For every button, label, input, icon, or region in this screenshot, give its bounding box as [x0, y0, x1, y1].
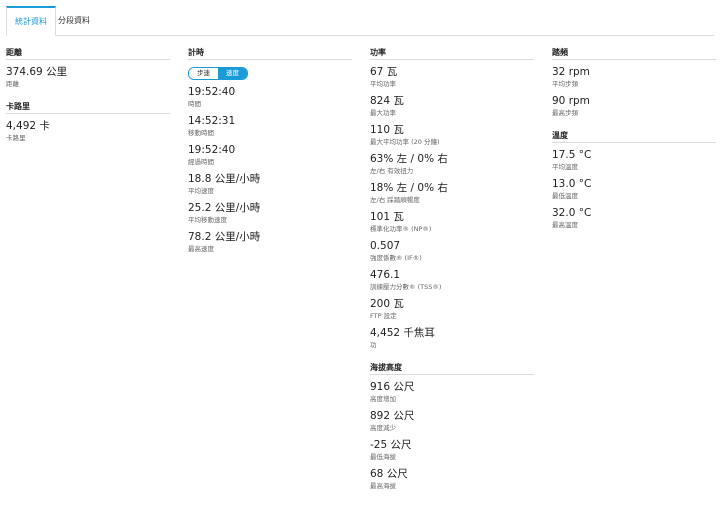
stat-label: 最大平均功率 (20 分鐘)	[370, 138, 440, 146]
stat-label: 最低海拔	[370, 453, 396, 461]
stat-value: 63% 左 / 0% 右	[370, 153, 448, 165]
stat-value: 67 瓦	[370, 66, 398, 78]
stat-value: 32 rpm	[552, 66, 590, 78]
stat-label: 最高溫度	[552, 221, 578, 229]
section-title-power: 功率	[370, 47, 534, 60]
timing-stats: 19:52:40 時間 14:52:31 移動時間 19:52:40 經過時間 …	[188, 86, 352, 254]
stat-label: 經過時間	[188, 158, 214, 166]
section-title-timing: 計時	[188, 47, 352, 60]
section-title-temperature: 溫度	[552, 130, 716, 143]
toggle-pace-button[interactable]: 步速	[189, 68, 218, 79]
stat-moving-time: 14:52:31 移動時間	[188, 115, 352, 138]
stat-label: 平均移動速度	[188, 216, 227, 224]
stat-value: 110 瓦	[370, 124, 404, 136]
stat-time: 19:52:40 時間	[188, 86, 352, 109]
stat-min-temperature: 13.0 °C 最低溫度	[552, 178, 716, 201]
stat-value: 476.1	[370, 269, 401, 281]
stat-pedal-smoothness: 18% 左 / 0% 右 左/右 踩踏順暢度	[370, 182, 534, 205]
stat-intensity-factor: 0.507 強度係數® (IF®)	[370, 240, 534, 263]
stat-value: 32.0 °C	[552, 207, 592, 219]
stat-value: 14:52:31	[188, 115, 236, 127]
column-distance-calories: 距離 374.69 公里 距離 卡路里 4,492 卡 卡路里	[6, 47, 170, 143]
stat-label: 標準化功率® (NP®)	[370, 225, 432, 233]
stat-value: 18% 左 / 0% 右	[370, 182, 448, 194]
stat-training-stress-score: 476.1 訓練壓力分數® (TSS®)	[370, 269, 534, 292]
stat-distance: 374.69 公里 距離	[6, 66, 170, 89]
section-title-distance: 距離	[6, 47, 170, 60]
section-title-cadence: 踏頻	[552, 47, 716, 60]
stat-label: 平均溫度	[552, 163, 578, 171]
stat-label: 最高步頻	[552, 109, 578, 117]
stat-value: 78.2 公里/小時	[188, 231, 261, 243]
stat-value: 19:52:40	[188, 86, 236, 98]
stat-value: 374.69 公里	[6, 66, 68, 78]
stat-label: 功	[370, 341, 377, 349]
stat-value: 68 公尺	[370, 468, 408, 480]
stat-label: 移動時間	[188, 129, 214, 137]
column-timing: 計時 步速 速度 19:52:40 時間 14:52:31 移動時間 19:52…	[188, 47, 352, 254]
stat-normalized-power: 101 瓦 標準化功率® (NP®)	[370, 211, 534, 234]
stat-max-elevation: 68 公尺 最高海拔	[370, 468, 534, 491]
stat-value: 13.0 °C	[552, 178, 592, 190]
stat-label: 平均功率	[370, 80, 396, 88]
section-title-calories: 卡路里	[6, 101, 170, 114]
stat-value: 4,452 千焦耳	[370, 327, 435, 339]
stat-torque-effectiveness: 63% 左 / 0% 右 左/右 有效扭力	[370, 153, 534, 176]
stat-label: 最高海拔	[370, 482, 396, 490]
stat-value: 19:52:40	[188, 144, 236, 156]
stat-value: 25.2 公里/小時	[188, 202, 261, 214]
stat-avg-power: 67 瓦 平均功率	[370, 66, 534, 89]
stat-label: FTP 設定	[370, 312, 397, 320]
stat-work: 4,452 千焦耳 功	[370, 327, 534, 350]
tab-bar: 統計資料 分段資料	[6, 6, 714, 36]
stat-label: 最高速度	[188, 245, 214, 253]
stat-calories: 4,492 卡 卡路里	[6, 120, 170, 143]
stat-value: 101 瓦	[370, 211, 404, 223]
stat-value: 0.507	[370, 240, 401, 252]
tab-stats[interactable]: 統計資料	[6, 6, 56, 36]
column-power-elevation: 功率 67 瓦 平均功率 824 瓦 最大功率 110 瓦 最大平均功率 (20…	[370, 47, 534, 491]
stat-label: 最低溫度	[552, 192, 578, 200]
tab-laps[interactable]: 分段資料	[50, 6, 98, 36]
stat-max-temperature: 32.0 °C 最高溫度	[552, 207, 716, 230]
stat-max-power: 824 瓦 最大功率	[370, 95, 534, 118]
column-cadence-temperature: 踏頻 32 rpm 平均步頻 90 rpm 最高步頻 溫度 17.5 °C 平均…	[552, 47, 716, 230]
stat-max-speed: 78.2 公里/小時 最高速度	[188, 231, 352, 254]
stat-elevation-gain: 916 公尺 高度增加	[370, 381, 534, 404]
stat-value: 90 rpm	[552, 95, 590, 107]
stat-value: 17.5 °C	[552, 149, 592, 161]
stat-min-elevation: -25 公尺 最低海拔	[370, 439, 534, 462]
stat-max-avg-power-20min: 110 瓦 最大平均功率 (20 分鐘)	[370, 124, 534, 147]
stat-label: 強度係數® (IF®)	[370, 254, 422, 262]
section-title-elevation: 海拔高度	[370, 362, 534, 375]
stat-avg-cadence: 32 rpm 平均步頻	[552, 66, 716, 89]
stat-value: 824 瓦	[370, 95, 404, 107]
stat-label: 平均步頻	[552, 80, 578, 88]
stat-label: 訓練壓力分數® (TSS®)	[370, 283, 442, 291]
stat-value: 4,492 卡	[6, 120, 50, 132]
toggle-speed-button[interactable]: 速度	[218, 68, 247, 79]
stat-label: 最大功率	[370, 109, 396, 117]
stat-elevation-loss: 892 公尺 高度減少	[370, 410, 534, 433]
stat-label: 左/右 踩踏順暢度	[370, 196, 420, 204]
stat-avg-speed: 18.8 公里/小時 平均速度	[188, 173, 352, 196]
stat-label: 平均速度	[188, 187, 214, 195]
stat-label: 高度增加	[370, 395, 396, 403]
stat-value: 18.8 公里/小時	[188, 173, 261, 185]
stat-max-cadence: 90 rpm 最高步頻	[552, 95, 716, 118]
stat-label: 左/右 有效扭力	[370, 167, 414, 175]
stat-avg-moving-speed: 25.2 公里/小時 平均移動速度	[188, 202, 352, 225]
stat-avg-temperature: 17.5 °C 平均溫度	[552, 149, 716, 172]
stat-label: 卡路里	[6, 134, 26, 142]
stat-value: 892 公尺	[370, 410, 415, 422]
stat-value: 200 瓦	[370, 298, 404, 310]
stat-value: -25 公尺	[370, 439, 412, 451]
stat-value: 916 公尺	[370, 381, 415, 393]
stat-ftp-setting: 200 瓦 FTP 設定	[370, 298, 534, 321]
stat-label: 高度減少	[370, 424, 396, 432]
stat-elapsed-time: 19:52:40 經過時間	[188, 144, 352, 167]
stat-label: 距離	[6, 80, 19, 88]
stat-label: 時間	[188, 100, 201, 108]
pace-speed-toggle: 步速 速度	[188, 67, 248, 80]
